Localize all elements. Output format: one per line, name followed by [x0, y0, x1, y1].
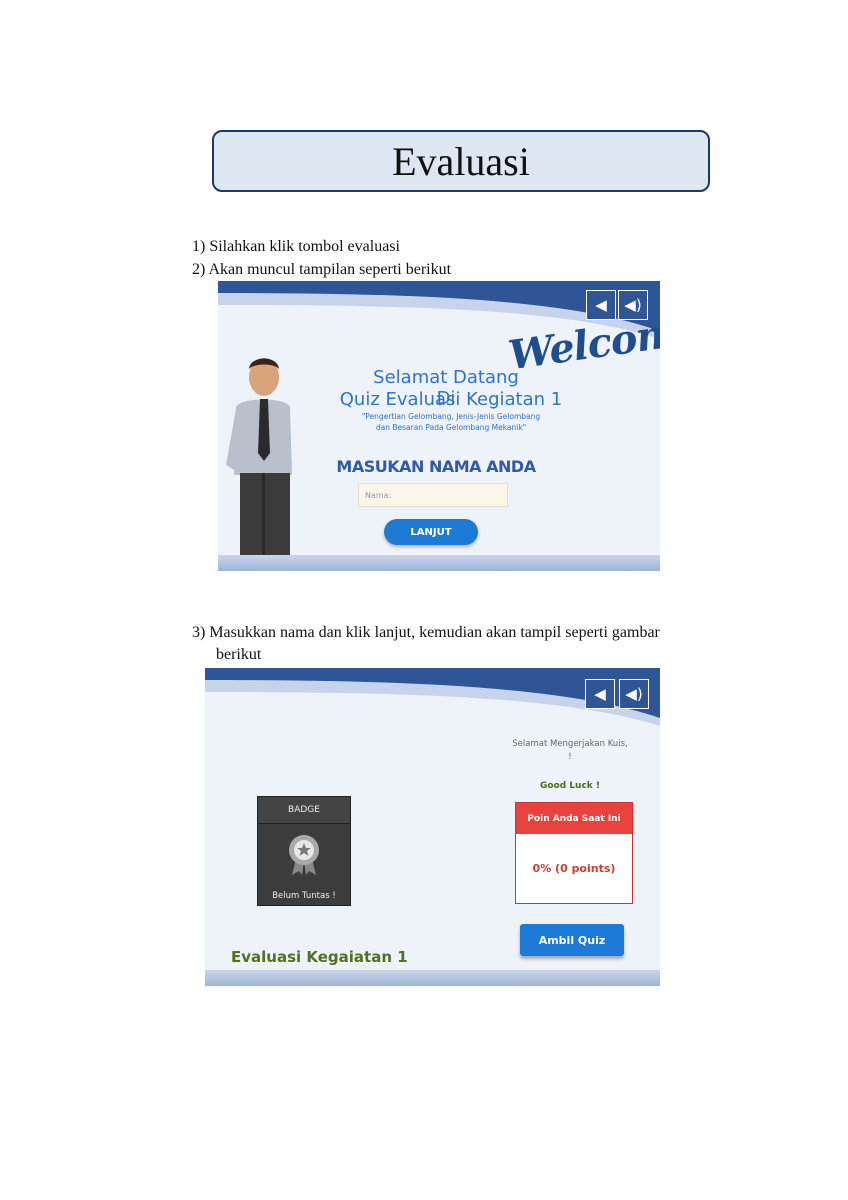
points-panel: Poin Anda Saat Ini 0% (0 points)	[515, 802, 633, 904]
badge-status: Belum Tuntas !	[272, 891, 336, 901]
ambil-quiz-button[interactable]: Ambil Quiz	[520, 924, 624, 956]
subtitle-line2: dan Besaran Pada Gelombang Mekanik"	[375, 423, 527, 432]
step-3: 3) Masukkan nama dan klik lanjut, kemudi…	[192, 624, 660, 641]
badge-title: BADGE	[258, 797, 350, 824]
footer-title: Evaluasi Kegaiatan 1	[231, 948, 408, 966]
welcome-subtitle: "Pengertian Gelombang, Jenis-Jenis Gelom…	[336, 411, 566, 433]
step-2: 2) Akan muncul tampilan seperti berikut	[192, 261, 452, 278]
bottom-band	[218, 555, 660, 571]
step-3-continuation: berikut	[216, 646, 262, 663]
mute-icon[interactable]: ◀	[586, 290, 616, 320]
greeting-message: Selamat Mengerjakan Kuis, !	[495, 738, 645, 764]
character-illustration	[226, 358, 292, 571]
award-ribbon-icon	[289, 835, 319, 875]
quiz-welcome-screenshot: ◀ ◀) Welcome Selamat Datang Di Quiz Eval…	[218, 281, 660, 571]
volume-icon[interactable]: ◀)	[619, 679, 649, 709]
mute-icon[interactable]: ◀	[585, 679, 615, 709]
welcome-heading-line2: Quiz Evaluasi Kegiatan 1	[339, 389, 563, 410]
step-1: 1) Silahkan klik tombol evaluasi	[192, 238, 400, 255]
good-luck-text: Good Luck !	[539, 781, 601, 791]
greeting-line2: !	[568, 752, 572, 762]
quiz-start-screenshot: ◀ ◀) Selamat Mengerjakan Kuis, ! Good Lu…	[205, 668, 660, 986]
subtitle-line1: "Pengertian Gelombang, Jenis-Jenis Gelom…	[361, 412, 541, 421]
badge-panel: BADGE Belum Tuntas !	[257, 796, 351, 906]
points-header: Poin Anda Saat Ini	[516, 803, 632, 834]
name-input[interactable]: Nama:	[358, 483, 508, 507]
greeting-line1: Selamat Mengerjakan Kuis,	[512, 739, 628, 749]
points-value: 0% (0 points)	[532, 861, 616, 875]
title-box: Evaluasi	[212, 130, 710, 192]
name-prompt-heading: MASUKAN NAMA ANDA	[336, 457, 536, 476]
lanjut-button[interactable]: LANJUT	[384, 519, 478, 545]
bottom-band	[205, 970, 660, 986]
page-title: Evaluasi	[392, 138, 530, 184]
